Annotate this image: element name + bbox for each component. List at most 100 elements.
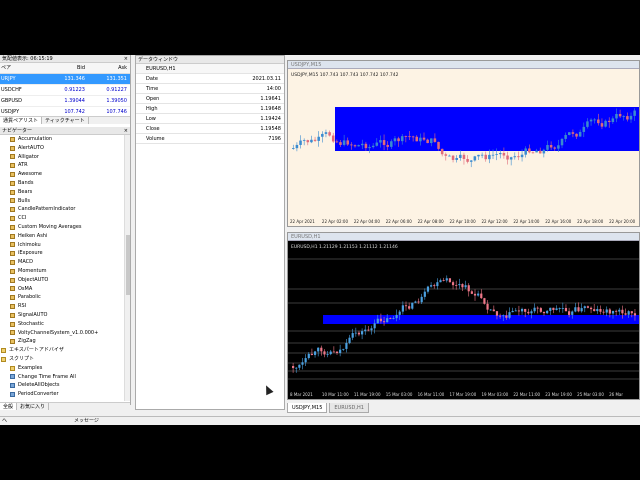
navigator-item[interactable]: Ichimoku <box>0 241 124 250</box>
navigator-item[interactable]: ObjectAUTO <box>0 276 124 285</box>
navigator-item-label: DeleteAllObjects <box>18 382 60 389</box>
navigator-item[interactable]: CandlePatternIndicator <box>0 205 124 214</box>
navigator-item[interactable]: ZigZag <box>0 337 124 346</box>
navigator-scrollbar[interactable] <box>124 135 130 401</box>
market-watch-tabs: 通貨ペアリスト ティックチャート <box>0 116 130 124</box>
candle-body <box>329 351 332 355</box>
data-window-panel: データウィンドウ EURUSD,H1 Date 2021.03.11 Time 14:… <box>135 55 285 410</box>
indicator-icon <box>10 145 15 151</box>
candle-body <box>626 116 629 120</box>
navigator-panel: ナビゲーター × Accumulation AlertAUTO Alligator A… <box>0 127 131 410</box>
x-axis-tick-label: 22 Apr 04:00 <box>354 219 381 224</box>
navigator-item[interactable]: Alligator <box>0 153 124 162</box>
navigator-item[interactable]: Accumulation <box>0 135 124 144</box>
navigator-item[interactable]: Bands <box>0 179 124 188</box>
candle-body <box>530 311 533 314</box>
candle-body <box>400 136 404 142</box>
candle-body <box>332 351 335 353</box>
navigator-item[interactable]: RSI <box>0 302 124 311</box>
candle-body <box>310 139 313 143</box>
navigator-item[interactable]: Heiken Ashi <box>0 232 124 241</box>
navigator-title: ナビゲーター × <box>0 127 130 135</box>
market-watch-row[interactable]: URJPY 131.346 131.351 <box>0 74 130 85</box>
data-key: Low <box>146 116 156 122</box>
tab-favorites[interactable]: お気に入り <box>17 403 50 410</box>
navigator-item[interactable]: OsMA <box>0 285 124 294</box>
header-ask[interactable]: Ask <box>87 63 129 73</box>
market-watch-row[interactable]: USDCHF 0.91223 0.91227 <box>0 85 130 96</box>
navigator-item[interactable]: DeleteAllObjects <box>0 381 124 390</box>
data-key: Close <box>146 126 160 132</box>
navigator-item[interactable]: Parabolic <box>0 293 124 302</box>
navigator-item[interactable]: iExposure <box>0 249 124 258</box>
navigator-item[interactable]: Change Time Frame All <box>0 373 124 382</box>
header-symbol[interactable]: ペア <box>0 63 45 73</box>
navigator-item[interactable]: CCI <box>0 214 124 223</box>
candle-body <box>299 140 302 145</box>
data-window-rows: Date 2021.03.11 Time 14:00 Open 1.19641 High 1.… <box>136 74 284 144</box>
navigator-item-label: RSI <box>18 303 27 310</box>
chart-eurusd-canvas[interactable]: EURUSD,H1 1.21129 1.21153 1.21112 1.2114… <box>288 241 639 399</box>
candle-body <box>502 315 505 317</box>
chart-info-label: USDJPY,M15 107.743 107.743 107.742 107.7… <box>291 72 399 78</box>
candle-body <box>557 145 560 149</box>
chart-eurusd[interactable]: EURUSD,H1 EURUSD,H1 1.21129 1.21153 1.21… <box>287 232 640 400</box>
candle-body <box>302 140 306 141</box>
market-watch-row[interactable]: GBPUSD 1.39044 1.39050 <box>0 96 130 107</box>
data-window-row: Low 1.19424 <box>136 114 284 124</box>
chart-usdjpy[interactable]: USDJPY,M15 USDJPY,M15 107.743 107.743 10… <box>287 60 640 227</box>
candle-body <box>629 115 633 120</box>
navigator-item[interactable]: ATR <box>0 161 124 170</box>
close-icon[interactable]: × <box>124 55 128 62</box>
data-window-row: High 1.19648 <box>136 104 284 114</box>
candle-body <box>492 309 495 312</box>
candle-body <box>451 282 455 286</box>
candle-body <box>517 310 521 312</box>
data-window-row: Date 2021.03.11 <box>136 74 284 84</box>
navigator-item[interactable]: Momentum <box>0 267 124 276</box>
candle-body <box>608 309 611 314</box>
navigator-item[interactable]: Bulls <box>0 197 124 206</box>
chart-tab-usdjpy[interactable]: USDJPY,M15 <box>287 403 328 413</box>
navigator-item[interactable]: エキスパートアドバイザ <box>0 346 124 355</box>
navigator-item-label: iExposure <box>18 250 43 257</box>
candle-body <box>304 358 307 363</box>
close-icon[interactable]: × <box>124 127 128 134</box>
navigator-item[interactable]: AlertAUTO <box>0 144 124 153</box>
tab-common[interactable]: 全般 <box>0 403 18 410</box>
navigator-item[interactable]: VoltyChannelSystem_v1.0.000+ <box>0 329 124 338</box>
navigator-item-label: Bulls <box>18 197 30 204</box>
scrollbar-thumb[interactable] <box>126 235 130 295</box>
tab-tick-chart[interactable]: ティックチャート <box>42 117 89 124</box>
candle-body <box>480 154 484 156</box>
candle-body <box>574 307 577 312</box>
navigator-item[interactable]: PeriodConverter <box>0 390 124 399</box>
chart-usdjpy-canvas[interactable]: USDJPY,M15 107.743 107.743 107.742 107.7… <box>288 69 639 226</box>
navigator-item[interactable]: SignalAUTO <box>0 311 124 320</box>
navigator-item[interactable]: Bears <box>0 188 124 197</box>
navigator-item[interactable]: MACD <box>0 258 124 267</box>
candle-body <box>467 285 470 292</box>
navigator-item[interactable]: Stochastic <box>0 320 124 329</box>
x-axis-tick-label: 25 Mar 03:00 <box>577 392 604 397</box>
header-bid[interactable]: Bid <box>45 63 87 73</box>
candle-body <box>415 136 419 142</box>
navigator-item[interactable]: Custom Moving Averages <box>0 223 124 232</box>
candle-body <box>520 308 524 312</box>
x-axis-tick-label: 16 Mar 11:00 <box>418 392 445 397</box>
navigator-item-label: Custom Moving Averages <box>18 223 82 230</box>
candle-body <box>313 139 317 141</box>
market-watch-rows: URJPY 131.346 131.351 USDCHF 0.91223 0.91227 G… <box>0 74 130 118</box>
navigator-item[interactable]: Awesome <box>0 170 124 179</box>
candle-body <box>408 306 411 309</box>
chart-tab-eurusd[interactable]: EURUSD,H1 <box>329 403 369 413</box>
navigator-item[interactable]: Examples <box>0 364 124 373</box>
tab-symbols[interactable]: 通貨ペアリスト <box>0 117 43 124</box>
navigator-item[interactable]: スクリプト <box>0 355 124 364</box>
messages-label[interactable]: メッセージ <box>74 417 99 425</box>
navigator-item-label: Alligator <box>18 153 39 160</box>
navigator-item-label: Momentum <box>18 267 47 274</box>
indicator-icon <box>10 304 15 310</box>
indicator-icon <box>10 180 15 186</box>
candle-body <box>505 315 508 318</box>
